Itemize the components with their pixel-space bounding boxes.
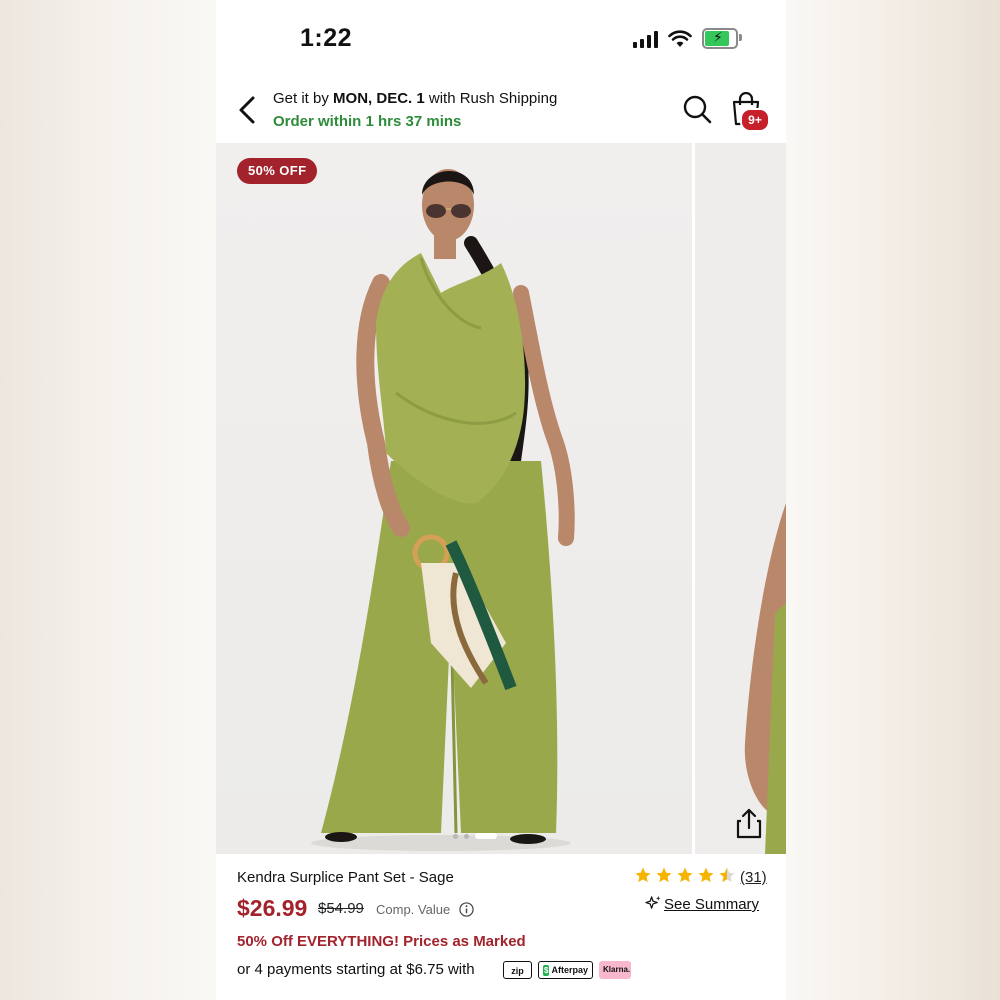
phone-screen: 1:22 ⚡ Get it by MON, DEC. 1 with Rush S… [216,0,786,1000]
star-icon [656,867,672,883]
carousel-dot-active[interactable] [475,833,497,839]
zip-badge[interactable]: zip [503,961,532,979]
star-icon [635,867,651,883]
comp-value-label: Comp. Value [376,902,451,917]
review-count[interactable]: (31) [740,869,767,886]
klarna-badge[interactable]: Klarna. [599,961,631,979]
shipping-estimate: Get it by MON, DEC. 1 with Rush Shipping [273,90,557,107]
product-image-carousel[interactable]: 50% OFF [216,143,786,854]
shipping-header: Get it by MON, DEC. 1 with Rush Shipping… [216,80,786,142]
original-price: $54.99 [318,900,364,917]
afterpay-label: Afterpay [551,965,588,975]
battery-icon: ⚡ [702,28,742,49]
back-arrow-icon[interactable] [236,94,260,126]
see-summary-link[interactable]: See Summary [664,896,759,913]
star-icon [698,867,714,883]
status-time: 1:22 [300,24,353,52]
carousel-dot[interactable] [453,833,458,839]
product-photo[interactable]: 50% OFF [216,143,692,854]
wifi-icon [668,29,692,47]
carousel-dot[interactable] [464,833,469,839]
next-product-photo[interactable] [695,143,786,854]
model-illustration [311,169,575,851]
installments-text: or 4 payments starting at $6.75 with [237,961,475,978]
shipping-prefix: Get it by [273,90,334,107]
carousel-indicator [453,833,497,839]
cellular-signal-icon [633,30,658,48]
share-icon[interactable] [732,806,766,840]
info-icon[interactable] [459,902,474,917]
next-photo-illustration [744,503,786,854]
afterpay-badge[interactable]: $ Afterpay [538,961,593,979]
status-icons: ⚡ [633,28,742,49]
product-title: Kendra Surplice Pant Set - Sage [237,869,454,886]
promo-banner: 50% Off EVERYTHING! Prices as Marked [237,933,526,950]
star-icon [677,867,693,883]
sparkle-icon [645,895,661,909]
shipping-suffix: with Rush Shipping [424,90,558,107]
payment-badges: zip $ Afterpay Klarna. [503,961,631,979]
rating-stars[interactable] [634,866,736,884]
order-countdown: Order within 1 hrs 37 mins [273,113,462,130]
search-icon[interactable] [682,94,712,124]
shipping-date: MON, DEC. 1 [333,90,425,107]
afterpay-logo-icon: $ [543,964,550,976]
cart-count-badge: 9+ [740,108,770,132]
discount-badge: 50% OFF [237,158,318,184]
star-half-icon [719,867,735,883]
sale-price: $26.99 [237,895,308,921]
